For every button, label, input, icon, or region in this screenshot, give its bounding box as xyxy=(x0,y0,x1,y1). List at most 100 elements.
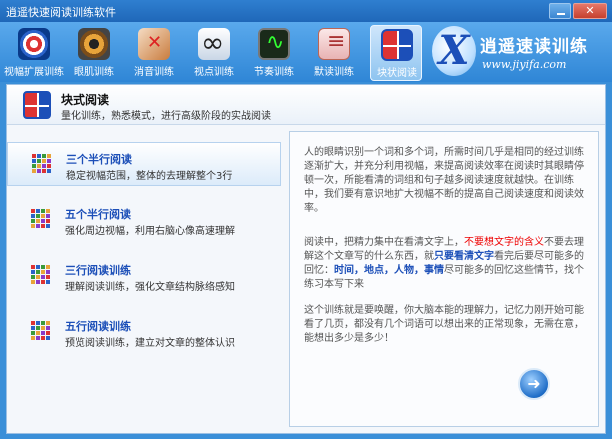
list-item-desc: 预览阅读训练，建立对文章的整体认识 xyxy=(65,338,235,349)
grid-dot xyxy=(31,275,35,279)
grid-dot xyxy=(32,154,36,158)
grid-dot xyxy=(36,331,40,335)
grid-dot xyxy=(47,164,51,168)
list-item-three-half[interactable]: 三个半行阅读 稳定视幅范围，整体的去理解整个3行 xyxy=(7,142,281,186)
glasses-icon xyxy=(198,26,230,60)
grid-dot xyxy=(42,159,46,163)
grid-dot xyxy=(31,214,35,218)
list-item-desc: 强化周边视幅，利用右脑心像高速理解 xyxy=(65,226,235,237)
tool-visual-expand[interactable]: 视幅扩展训练 xyxy=(4,25,64,81)
document-icon xyxy=(318,28,350,60)
tool-label: 块状阅读 xyxy=(377,68,417,79)
grid-dot xyxy=(46,331,50,335)
grid-dot xyxy=(37,154,41,158)
instruction-para-2: 阅读中，把精力集中在看清文字上，不要想文字的含义不要去理解这个文章写的什么东西，… xyxy=(304,236,586,292)
list-item-three-line[interactable]: 三行阅读训练 理解阅读训练，强化文章结构脉络感知 xyxy=(7,254,281,298)
grid-dot xyxy=(46,321,50,325)
tool-rhythm[interactable]: 节奏训练 xyxy=(248,25,300,81)
close-button[interactable]: ✕ xyxy=(573,3,607,19)
grid-dot xyxy=(31,326,35,330)
list-item-five-line[interactable]: 五行阅读训练 预览阅读训练，建立对文章的整体认识 xyxy=(7,310,281,354)
exercise-list: 三个半行阅读 稳定视幅范围，整体的去理解整个3行 五个半行阅读 强化周边视幅，利… xyxy=(7,126,283,434)
grid-dots-icon xyxy=(32,154,54,174)
grid-dot xyxy=(31,270,35,274)
grid-dot xyxy=(36,326,40,330)
grid-dot xyxy=(32,169,36,173)
grid-dot xyxy=(46,209,50,213)
tool-label: 视点训练 xyxy=(194,67,234,78)
p2-text-a: 阅读中，把精力集中在看清文字上， xyxy=(304,237,464,248)
grid-dot xyxy=(47,154,51,158)
tool-silent-read[interactable]: 默读训练 xyxy=(308,25,360,81)
list-item-five-half[interactable]: 五个半行阅读 强化周边视幅，利用右脑心像高速理解 xyxy=(7,198,281,242)
next-arrow-button[interactable]: ➜ xyxy=(518,368,550,400)
grid-dot xyxy=(31,336,35,340)
grid-dot xyxy=(41,270,45,274)
grid-dot xyxy=(36,224,40,228)
grid-dot xyxy=(41,209,45,213)
grid-dot xyxy=(41,280,45,284)
grid-dots-icon xyxy=(31,265,53,285)
list-item-title: 五个半行阅读 xyxy=(65,208,131,221)
grid-dot xyxy=(41,224,45,228)
grid-icon xyxy=(381,29,413,61)
grid-dot xyxy=(36,270,40,274)
toolbar: 视幅扩展训练 眼肌训练 消音训练 视点训练 节奏训练 默读训练 块状阅读 X 逍… xyxy=(0,22,612,82)
grid-dot xyxy=(37,164,41,168)
list-item-title: 五行阅读训练 xyxy=(65,320,131,333)
grid-dot xyxy=(31,209,35,213)
grid-dot xyxy=(41,331,45,335)
grid-dot xyxy=(41,214,45,218)
list-item-title: 三个半行阅读 xyxy=(66,153,132,166)
grid-dot xyxy=(41,321,45,325)
target-icon xyxy=(18,28,50,60)
grid-dot xyxy=(47,159,51,163)
logo-name: 逍遥速读训练 xyxy=(480,37,588,57)
instruction-panel: 人的眼睛识别一个词和多个词，所需时间几乎是相同的经过训练逐渐扩大，并充分利用视幅… xyxy=(289,131,599,427)
list-item-desc: 稳定视幅范围，整体的去理解整个3行 xyxy=(66,171,233,182)
grid-dot xyxy=(31,265,35,269)
grid-dot xyxy=(37,159,41,163)
minimize-icon xyxy=(557,13,565,15)
logo-mark: X xyxy=(432,26,476,76)
grid-dot xyxy=(46,265,50,269)
grid-dot xyxy=(31,219,35,223)
minimize-button[interactable] xyxy=(549,3,571,19)
grid-dot xyxy=(41,326,45,330)
list-item-title: 三行阅读训练 xyxy=(65,264,131,277)
grid-dot xyxy=(46,326,50,330)
tool-eye-muscle[interactable]: 眼肌训练 xyxy=(68,25,120,81)
grid-dot xyxy=(41,265,45,269)
grid-dot xyxy=(41,275,45,279)
grid-dot xyxy=(31,321,35,325)
grid-dot xyxy=(36,275,40,279)
p2-highlight-blue-1: 只要看清文字 xyxy=(434,251,494,262)
tool-label: 眼肌训练 xyxy=(74,67,114,78)
title-bar: 逍遥快速阅读训练软件 ✕ xyxy=(0,0,612,22)
grid-dot xyxy=(46,275,50,279)
list-item-desc: 理解阅读训练，强化文章结构脉络感知 xyxy=(65,282,235,293)
grid-dot xyxy=(46,224,50,228)
grid-dot xyxy=(46,214,50,218)
grid-dot xyxy=(46,270,50,274)
tool-label: 默读训练 xyxy=(314,67,354,78)
section-subtitle: 量化训练，熟悉模式，进行高级阶段的实战阅读 xyxy=(61,111,271,122)
tool-label: 消音训练 xyxy=(134,67,174,78)
section-title: 块式阅读 xyxy=(61,93,110,107)
grid-dot xyxy=(36,214,40,218)
window-title: 逍遥快速阅读训练软件 xyxy=(6,6,116,19)
block-read-icon xyxy=(23,91,51,119)
tool-mute[interactable]: 消音训练 xyxy=(128,25,180,81)
grid-dot xyxy=(31,280,35,284)
grid-dot xyxy=(36,280,40,284)
p2-highlight-red: 不要想文字的含义 xyxy=(464,237,544,248)
instruction-para-1: 人的眼睛识别一个词和多个词，所需时间几乎是相同的经过训练逐渐扩大，并充分利用视幅… xyxy=(304,147,584,214)
logo-url: www.jiyifa.com xyxy=(482,58,567,71)
grid-dot xyxy=(37,169,41,173)
grid-dot xyxy=(46,219,50,223)
grid-dot xyxy=(46,336,50,340)
brand-logo: X 逍遥速读训练 www.jiyifa.com xyxy=(432,24,608,80)
tool-view-point[interactable]: 视点训练 xyxy=(188,25,240,81)
grid-dots-icon xyxy=(31,321,53,341)
tool-block-read[interactable]: 块状阅读 xyxy=(370,25,422,81)
